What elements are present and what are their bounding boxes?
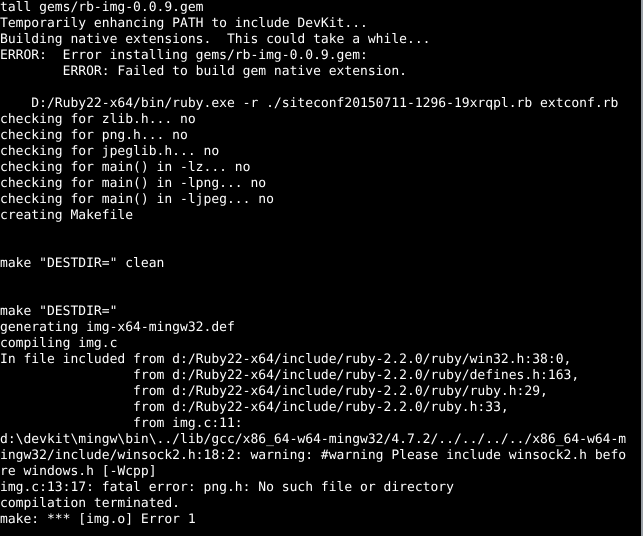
console-line: Building native extensions. This could t… xyxy=(0,32,431,47)
console-line: make: *** [img.o] Error 1 xyxy=(0,512,196,527)
console-line: checking for zlib.h... no xyxy=(0,112,196,127)
console-line: checking for png.h... no xyxy=(0,128,188,143)
console-line: from d:/Ruby22-x64/include/ruby-2.2.0/ru… xyxy=(0,400,509,415)
console-line: In file included from d:/Ruby22-x64/incl… xyxy=(0,352,572,367)
console-line: checking for main() in -lz... no xyxy=(0,160,251,175)
console-line: checking for main() in -ljpeg... no xyxy=(0,192,274,207)
console-line: from img.c:11: xyxy=(0,416,243,431)
console-line: ERROR: Error installing gems/rb-img-0.0.… xyxy=(0,48,368,63)
console-line: re windows.h [-Wcpp] xyxy=(0,464,157,479)
terminal-window[interactable]: tall gems/rb-img-0.0.9.gem Temporarily en… xyxy=(0,0,643,536)
console-line: creating Makefile xyxy=(0,208,134,223)
console-line: img.c:13:17: fatal error: png.h: No such… xyxy=(0,480,454,495)
console-output-area[interactable]: tall gems/rb-img-0.0.9.gem Temporarily en… xyxy=(0,0,641,536)
console-line: ingw32/include/winsock2.h:18:2: warning:… xyxy=(0,448,627,463)
console-line: d:\devkit\mingw\bin\../lib/gcc/x86_64-w6… xyxy=(0,432,627,447)
console-line: tall gems/rb-img-0.0.9.gem xyxy=(0,0,204,15)
console-line: checking for jpeglib.h... no xyxy=(0,144,220,159)
console-line: compiling img.c xyxy=(0,336,118,351)
console-line: from d:/Ruby22-x64/include/ruby-2.2.0/ru… xyxy=(0,384,548,399)
console-line: ERROR: Failed to build gem native extens… xyxy=(0,64,407,79)
console-line: make "DESTDIR=" xyxy=(0,304,118,319)
console-line: compilation terminated. xyxy=(0,496,181,511)
console-line: Temporarily enhancing PATH to include De… xyxy=(0,16,368,31)
console-line: checking for main() in -lpng... no xyxy=(0,176,267,191)
console-line: generating img-x64-mingw32.def xyxy=(0,320,235,335)
console-line: make "DESTDIR=" clean xyxy=(0,256,165,271)
console-line: from d:/Ruby22-x64/include/ruby-2.2.0/ru… xyxy=(0,368,580,383)
console-line: D:/Ruby22-x64/bin/ruby.exe -r ./siteconf… xyxy=(0,96,619,111)
